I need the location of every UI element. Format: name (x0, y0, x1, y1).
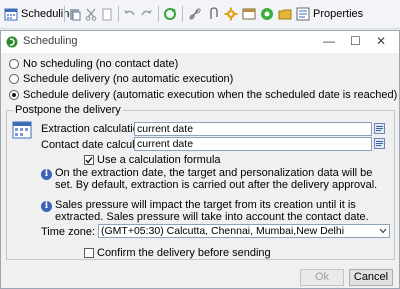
properties-icon (296, 7, 310, 21)
minimize-button[interactable]: — (323, 34, 335, 48)
redo-icon (141, 10, 152, 16)
app-icon (6, 36, 18, 48)
calendar-icon (4, 8, 18, 21)
delete-button[interactable] (100, 6, 114, 22)
status-button[interactable] (260, 6, 274, 22)
option-no-scheduling-label: No scheduling (no contact date) (23, 58, 179, 70)
confirm-delivery-label: Confirm the delivery before sending (97, 247, 271, 259)
timezone-select[interactable]: (GMT+05:30) Calcutta, Chennai, Mumbai,Ne… (98, 224, 390, 238)
form-button[interactable] (242, 6, 256, 22)
radio-no-scheduling[interactable] (9, 59, 19, 69)
chevron-down-icon[interactable] (379, 228, 387, 234)
paste-icon (70, 9, 81, 21)
confirm-delivery-option[interactable]: Confirm the delivery before sending (84, 247, 271, 259)
expression-editor-icon[interactable] (374, 123, 385, 134)
cut-icon (85, 8, 97, 21)
ok-button[interactable]: Ok (300, 269, 344, 286)
option-schedule-manual-label: Schedule delivery (no automatic executio… (23, 73, 234, 85)
extraction-input[interactable]: current date (134, 122, 372, 136)
option-schedule-manual[interactable]: Schedule delivery (no automatic executio… (9, 73, 233, 85)
info-icon: i (41, 169, 52, 180)
timezone-label: Time zone: (41, 226, 96, 238)
postpone-legend: Postpone the delivery (13, 104, 123, 116)
info-icon: i (41, 201, 52, 212)
dialog-title: Scheduling (23, 35, 78, 47)
properties-label: Properties (313, 8, 364, 20)
refresh-button[interactable] (163, 6, 177, 22)
redo-button[interactable] (140, 6, 154, 22)
extraction-label: Extraction calculation: (41, 123, 148, 135)
delete-icon (102, 8, 112, 21)
calendar-large-icon (12, 121, 32, 139)
use-formula-option[interactable]: Use a calculation formula (84, 154, 221, 166)
status-icon (261, 8, 273, 20)
undo-button[interactable] (122, 6, 136, 22)
option-schedule-auto[interactable]: Schedule delivery (automatic execution w… (9, 89, 397, 101)
radio-schedule-auto[interactable] (9, 90, 19, 100)
info-extraction-text: On the extraction date, the target and p… (55, 167, 378, 191)
contact-date-input[interactable]: current date (134, 137, 372, 151)
properties-button[interactable]: Properties (296, 6, 363, 22)
option-schedule-auto-label: Schedule delivery (automatic execution w… (23, 89, 398, 101)
folder-icon (278, 9, 292, 20)
scheduling-dialog: Scheduling — ☐ ✕ No scheduling (no conta… (0, 30, 400, 289)
folder-button[interactable] (278, 6, 292, 22)
attach-icon (210, 7, 218, 19)
timezone-value: (GMT+05:30) Calcutta, Chennai, Mumbai,Ne… (101, 225, 345, 237)
confirm-delivery-checkbox[interactable] (84, 248, 94, 258)
cancel-button[interactable]: Cancel (349, 269, 393, 286)
close-button[interactable]: ✕ (376, 34, 386, 48)
undo-icon (124, 10, 135, 16)
cut-button[interactable] (84, 6, 98, 22)
radio-schedule-manual[interactable] (9, 74, 19, 84)
attach-button[interactable] (206, 6, 220, 22)
info-sales-pressure-text: Sales pressure will impact the target fr… (55, 199, 369, 223)
form-icon (242, 8, 256, 20)
settings-icon (224, 7, 238, 21)
paste-button[interactable] (68, 6, 82, 22)
link-icon (189, 8, 201, 20)
use-formula-label: Use a calculation formula (97, 154, 221, 166)
toolbar: Scheduling Properties (0, 0, 400, 29)
dialog-titlebar[interactable]: Scheduling — ☐ ✕ (1, 31, 399, 53)
link-button[interactable] (188, 6, 202, 22)
settings-button[interactable] (224, 6, 238, 22)
refresh-icon (164, 8, 176, 20)
maximize-button[interactable]: ☐ (350, 34, 361, 48)
expression-editor-icon[interactable] (374, 138, 385, 149)
option-no-scheduling[interactable]: No scheduling (no contact date) (9, 58, 178, 70)
use-formula-checkbox[interactable] (84, 155, 94, 165)
